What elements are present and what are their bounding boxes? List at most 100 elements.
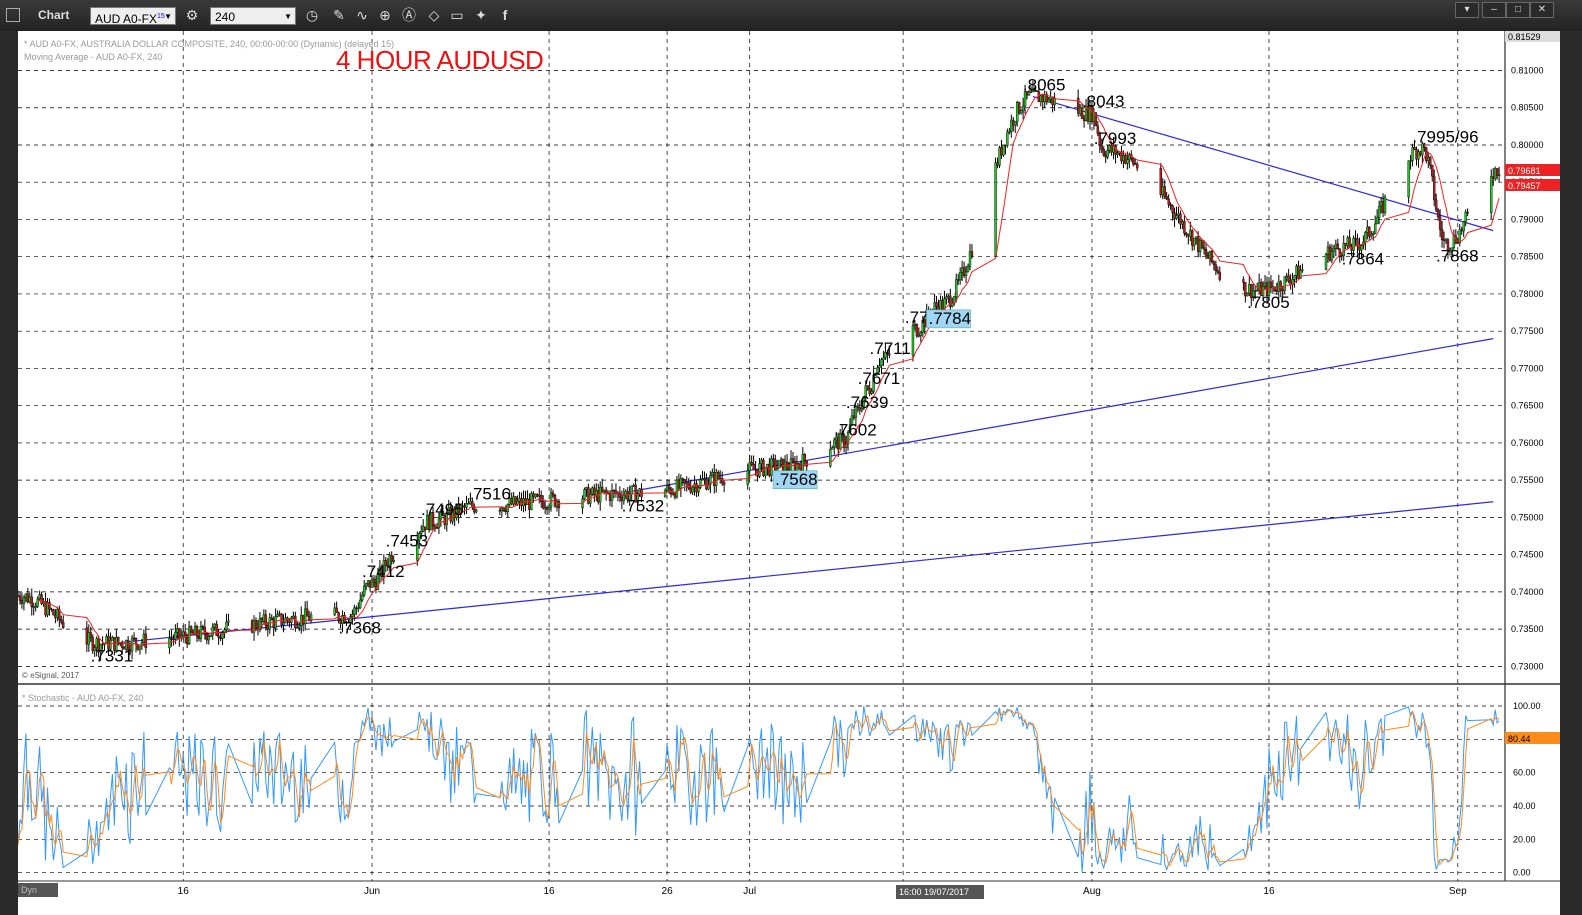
candle-body bbox=[1008, 131, 1011, 133]
price-tick-label: 0.78000 bbox=[1511, 289, 1544, 299]
candle-body bbox=[1432, 175, 1436, 201]
candle-body bbox=[1196, 236, 1200, 253]
candle-body bbox=[679, 478, 683, 489]
candle-body bbox=[48, 602, 51, 610]
candle-body bbox=[994, 162, 997, 257]
candle-body bbox=[1191, 230, 1194, 246]
candle-body bbox=[1253, 290, 1257, 292]
candle-body bbox=[132, 637, 136, 640]
candle-body bbox=[538, 495, 541, 497]
candle-body bbox=[1490, 176, 1493, 213]
chevron-down-icon[interactable]: ▼ bbox=[164, 8, 172, 26]
a-letter-icon[interactable]: Ⓐ bbox=[400, 6, 418, 24]
candle-body bbox=[685, 482, 688, 484]
candle-body bbox=[1185, 232, 1188, 235]
candle-body bbox=[665, 485, 669, 491]
candle-body bbox=[748, 462, 751, 472]
chart-area[interactable]: .7331 .7368 .7412 .7453 .7495.7516 .7532 .7568… bbox=[18, 31, 1560, 915]
maximize-button[interactable]: □ bbox=[1506, 2, 1530, 18]
symbol-input[interactable]: AUD A0-FX15 ▼ bbox=[90, 7, 176, 26]
candle-body bbox=[1348, 237, 1351, 248]
candle-body bbox=[911, 325, 915, 356]
candle-body bbox=[52, 609, 55, 616]
candle-body bbox=[355, 607, 358, 610]
candle-body bbox=[534, 494, 537, 498]
candle-body bbox=[199, 626, 203, 639]
candle-body bbox=[595, 490, 598, 496]
candle-body bbox=[677, 479, 681, 489]
candle-body bbox=[1354, 237, 1357, 240]
candle-body bbox=[1244, 282, 1247, 297]
candle-body bbox=[423, 526, 427, 530]
candle-body bbox=[276, 614, 279, 617]
time-tick-label: Jul bbox=[743, 886, 756, 897]
candle-body bbox=[26, 593, 30, 603]
chevron-down-icon[interactable]: ▼ bbox=[284, 8, 292, 26]
candle-body bbox=[1273, 286, 1277, 291]
candle-body bbox=[514, 496, 517, 505]
candle-body bbox=[956, 279, 960, 281]
speech-icon[interactable]: ▭ bbox=[448, 6, 466, 24]
price-label: .7805 bbox=[1247, 293, 1290, 312]
symbol-text: AUD A0-FX bbox=[95, 12, 158, 26]
price-label: .7412 bbox=[362, 562, 405, 581]
candle-body bbox=[111, 637, 114, 641]
chart-icon bbox=[6, 8, 20, 22]
interval-input[interactable]: 240 ▼ bbox=[210, 7, 296, 25]
menu-button[interactable]: ▾ bbox=[1455, 2, 1479, 18]
candle-body bbox=[266, 625, 270, 630]
candle-body bbox=[691, 486, 694, 493]
info-line-1: * AUD A0-FX, AUSTRALIA DOLLAR COMPOSITE,… bbox=[24, 39, 394, 49]
candle-body bbox=[1429, 157, 1432, 166]
curve-icon[interactable]: ∿ bbox=[353, 6, 371, 24]
candle-body bbox=[1017, 101, 1021, 114]
candle-body bbox=[1181, 221, 1184, 225]
price-tick-label: 0.80000 bbox=[1511, 140, 1544, 150]
candle-body bbox=[962, 267, 966, 276]
candle-body bbox=[758, 463, 761, 477]
candle-body bbox=[752, 464, 755, 470]
candle-body bbox=[1493, 168, 1497, 179]
candle-body bbox=[1242, 279, 1245, 283]
candle-body bbox=[518, 498, 521, 502]
clock-icon[interactable]: ◷ bbox=[303, 6, 321, 24]
candle-body bbox=[463, 505, 466, 508]
close-button[interactable]: ✕ bbox=[1530, 2, 1554, 18]
price-tick-label: 0.76000 bbox=[1511, 438, 1544, 448]
candle-body bbox=[1269, 281, 1273, 288]
candle-body bbox=[1415, 149, 1418, 160]
candle-body bbox=[1434, 199, 1438, 211]
candle-body bbox=[303, 608, 307, 625]
candle-body bbox=[262, 614, 266, 622]
minimize-button[interactable]: – bbox=[1482, 2, 1506, 18]
candle-body bbox=[1194, 236, 1198, 239]
pencil-icon[interactable]: ✎ bbox=[330, 6, 348, 24]
candle-body bbox=[675, 479, 679, 498]
candle-body bbox=[34, 606, 37, 608]
candle-body bbox=[144, 633, 148, 649]
candle-body bbox=[292, 615, 295, 619]
candle-body bbox=[288, 620, 291, 624]
stoch-tick-label: 0.00 bbox=[1513, 868, 1531, 878]
cursor-icon[interactable]: ⊕ bbox=[376, 6, 394, 24]
candle-body bbox=[955, 279, 958, 298]
candle-body bbox=[510, 498, 513, 505]
candle-body bbox=[917, 335, 921, 337]
candle-body bbox=[998, 147, 1001, 166]
candle-body bbox=[50, 608, 53, 611]
candle-body bbox=[134, 637, 138, 645]
candle-body bbox=[699, 479, 702, 488]
candle-body bbox=[182, 631, 185, 636]
chart-title: 4 HOUR AUDUSD bbox=[336, 45, 543, 75]
twitter-icon[interactable]: ✦ bbox=[472, 6, 490, 24]
candle-body bbox=[1177, 213, 1180, 216]
settings-icon[interactable]: ⚙ bbox=[183, 6, 201, 24]
candle-body bbox=[1326, 246, 1330, 255]
candle-body bbox=[1206, 255, 1210, 259]
facebook-icon[interactable]: f bbox=[496, 6, 514, 24]
price-tick-label: 0.74500 bbox=[1511, 550, 1544, 560]
erase-icon[interactable]: ◇ bbox=[425, 6, 443, 24]
candle-body bbox=[1427, 157, 1430, 161]
candle-body bbox=[553, 494, 557, 507]
price-tick-label: 0.77500 bbox=[1511, 326, 1544, 336]
